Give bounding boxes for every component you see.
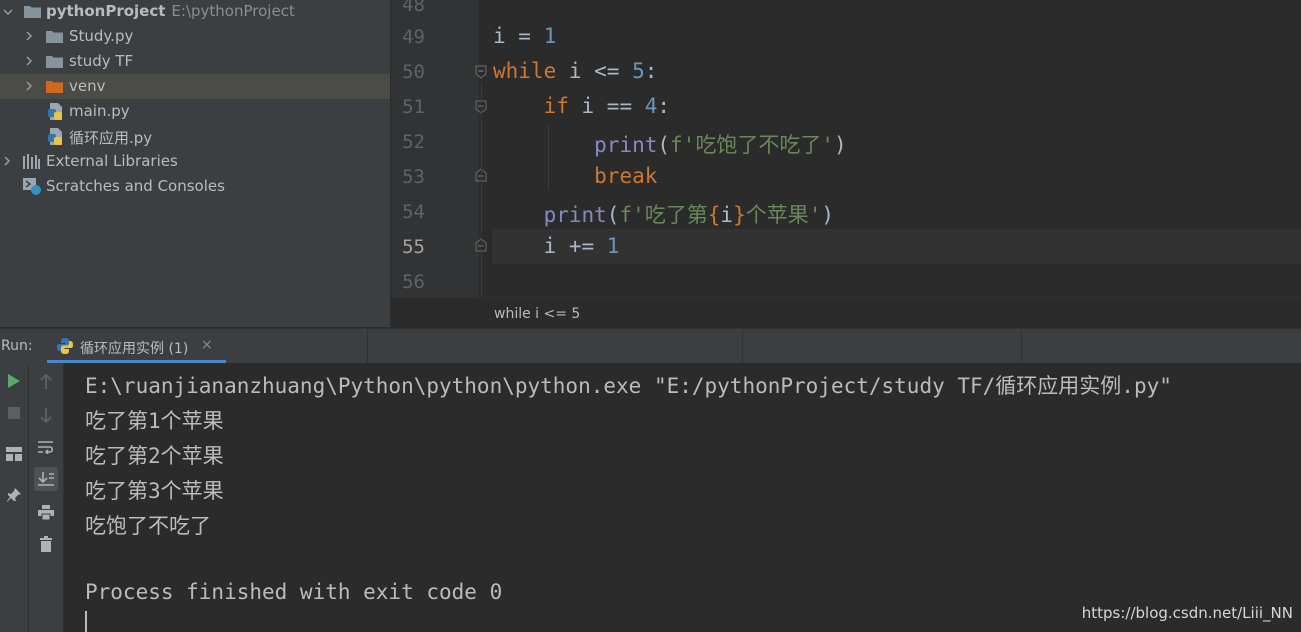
chevron-right-icon[interactable] xyxy=(2,156,12,166)
code-line-51: if i == 4: xyxy=(543,94,671,118)
code-line-54: print(f'吃了第{i}个苹果') xyxy=(543,203,835,227)
text-caret xyxy=(85,611,87,632)
pin-icon[interactable] xyxy=(2,483,26,507)
arrow-down-icon[interactable] xyxy=(34,403,58,427)
python-file-icon xyxy=(48,128,64,145)
console-line: 吃了第1个苹果 xyxy=(85,409,224,433)
line-number: 51 xyxy=(402,96,425,118)
folder-icon xyxy=(24,5,41,18)
library-icon xyxy=(23,154,41,169)
scratches-icon xyxy=(23,178,41,195)
python-icon xyxy=(56,337,74,355)
tree-item-external-libraries[interactable]: External Libraries xyxy=(0,149,390,174)
code-line-52: print(f'吃饱了不吃了') xyxy=(594,133,847,157)
code-line-53: break xyxy=(594,164,658,188)
scroll-to-end-icon[interactable] xyxy=(34,467,58,491)
breadcrumb[interactable]: while i <= 5 xyxy=(391,297,1301,329)
tree-item-loop-app-py[interactable]: 循环应用.py xyxy=(0,124,390,149)
trash-icon[interactable] xyxy=(34,532,58,556)
divider xyxy=(1021,329,1022,363)
line-number: 52 xyxy=(402,131,425,153)
tree-item-label: 循环应用.py xyxy=(69,129,153,147)
print-icon[interactable] xyxy=(34,500,58,524)
run-left-toolbar xyxy=(0,363,29,632)
folder-icon xyxy=(46,30,63,43)
tree-item-label: Scratches and Consoles xyxy=(46,177,225,195)
code-line-49: i = 1 xyxy=(493,24,557,48)
run-tool-window-header: Run: 循环应用实例 (1) × xyxy=(0,328,1301,364)
tree-item-project-root[interactable]: pythonProject E:\pythonProject xyxy=(0,0,390,25)
code-editor[interactable]: 48 49 50 51 52 53 54 55 56 i = 1 while i… xyxy=(391,0,1301,297)
project-tool-window: pythonProject E:\pythonProject Study.py s… xyxy=(0,0,390,327)
rerun-button[interactable] xyxy=(2,369,26,393)
line-number: 49 xyxy=(402,26,425,48)
tree-item-main-py[interactable]: main.py xyxy=(0,99,390,124)
console-output[interactable]: E:\ruanjiananzhuang\Python\python\python… xyxy=(64,363,1301,632)
console-line: Process finished with exit code 0 xyxy=(85,580,503,604)
tree-item-label: Study.py xyxy=(69,27,134,45)
tree-item-label: study TF xyxy=(69,52,134,70)
soft-wrap-icon[interactable] xyxy=(34,435,58,459)
tree-item-study-tf[interactable]: study TF xyxy=(0,49,390,74)
line-number: 50 xyxy=(402,61,425,83)
project-path: E:\pythonProject xyxy=(171,2,295,20)
tree-item-venv[interactable]: venv xyxy=(0,74,390,99)
breadcrumb-item[interactable]: while i <= 5 xyxy=(494,306,580,322)
close-icon[interactable]: × xyxy=(201,337,213,353)
project-name: pythonProject xyxy=(46,2,166,20)
chevron-right-icon[interactable] xyxy=(24,31,34,41)
run-tab[interactable]: 循环应用实例 (1) × xyxy=(47,329,226,363)
line-number: 53 xyxy=(402,166,425,188)
console-line: 吃饱了不吃了 xyxy=(85,514,211,538)
run-tab-title: 循环应用实例 (1) xyxy=(80,341,189,357)
code-line-50: while i <= 5: xyxy=(493,59,658,83)
stop-button[interactable] xyxy=(2,401,26,425)
chevron-right-icon[interactable] xyxy=(24,81,34,91)
chevron-down-icon[interactable] xyxy=(3,7,13,17)
divider xyxy=(742,329,743,363)
tree-item-label: External Libraries xyxy=(46,152,178,170)
line-number-current: 55 xyxy=(402,236,425,258)
chevron-right-icon[interactable] xyxy=(24,56,34,66)
tree-item-study-py[interactable]: Study.py xyxy=(0,24,390,49)
fold-open-icon[interactable] xyxy=(475,65,487,79)
folder-icon xyxy=(46,55,63,68)
indent-guide xyxy=(481,82,482,297)
console-line: E:\ruanjiananzhuang\Python\python\python… xyxy=(85,374,1172,398)
console-line: 吃了第2个苹果 xyxy=(85,444,224,468)
run-label: Run: xyxy=(1,338,33,354)
console-line: 吃了第3个苹果 xyxy=(85,479,224,503)
line-number: 54 xyxy=(402,201,425,223)
run-console-toolbar xyxy=(29,363,64,632)
line-number: 48 xyxy=(402,0,425,16)
python-file-icon xyxy=(48,103,64,120)
watermark: https://blog.csdn.net/Liii_NN xyxy=(1081,604,1293,622)
code-line-55: i += 1 xyxy=(543,234,620,258)
tree-item-label: venv xyxy=(69,77,106,95)
excluded-folder-icon xyxy=(46,80,63,93)
line-number: 56 xyxy=(402,271,425,293)
layout-button[interactable] xyxy=(2,442,26,466)
tree-item-label: main.py xyxy=(69,102,130,120)
divider xyxy=(367,329,368,363)
arrow-up-icon[interactable] xyxy=(34,370,58,394)
tree-item-scratches[interactable]: Scratches and Consoles xyxy=(0,174,390,199)
